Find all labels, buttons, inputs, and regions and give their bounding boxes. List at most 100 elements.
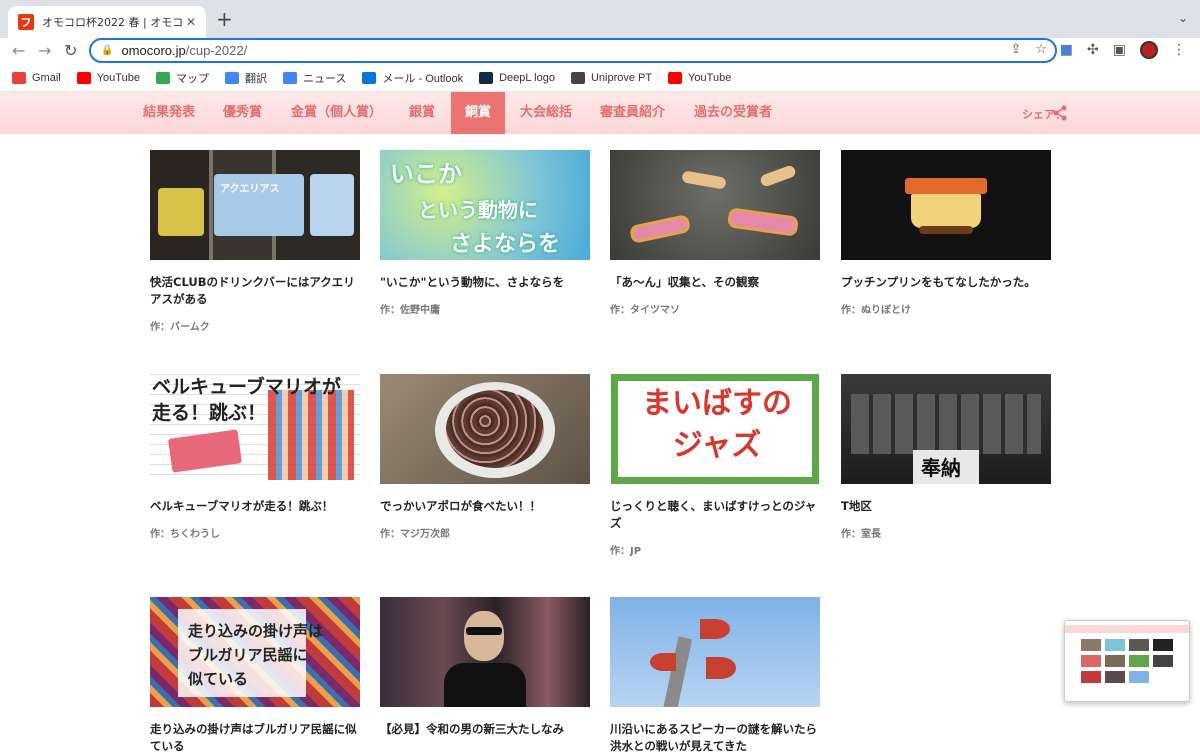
- bookmark-item[interactable]: 翻訳: [224, 70, 267, 86]
- forward-arrow-icon[interactable]: →: [38, 41, 51, 61]
- article-thumbnail[interactable]: アクエリアス: [150, 150, 360, 260]
- bookmark-favicon-icon: [668, 71, 683, 84]
- browser-tab[interactable]: フ オモコロ杯2022 春 | オモコロ ✕: [8, 6, 206, 38]
- nav-past-winners[interactable]: 過去の受賞者: [694, 92, 772, 134]
- bookmark-favicon-icon: [362, 71, 377, 84]
- nav-summary[interactable]: 大会総括: [520, 92, 572, 134]
- bookmark-item[interactable]: ニュース: [282, 70, 347, 86]
- article-author: 作：JP: [610, 546, 642, 557]
- article-title[interactable]: ベルキューブマリオが走る！跳ぶ！: [150, 498, 360, 515]
- article-title[interactable]: じっくりと聴く、まいばすけっとのジャズ: [610, 498, 820, 532]
- bookmark-item[interactable]: Gmail: [12, 71, 61, 84]
- thumbnail-caption: 奉納: [921, 456, 961, 480]
- share-icon[interactable]: [1053, 105, 1067, 121]
- article-author: 作：佐野中庸: [380, 305, 440, 316]
- article-thumbnail[interactable]: いこか という動物に さよならを: [380, 150, 590, 260]
- nav-gold-award[interactable]: 金賞（個人賞）: [291, 92, 382, 134]
- bookmark-item[interactable]: マップ: [155, 70, 209, 86]
- close-tab-icon[interactable]: ✕: [186, 15, 196, 29]
- profile-avatar[interactable]: [1140, 41, 1158, 59]
- article-card[interactable]: 走り込みの掛け声は ブルガリア民謡に 似ている 走り込みの掛け声はブルガリア民謡に似…: [150, 597, 360, 755]
- article-thumbnail[interactable]: ベルキューブマリオが 走る！跳ぶ！: [150, 374, 360, 484]
- article-card[interactable]: 奉納 T地区 作：室長: [841, 374, 1051, 540]
- bookmark-item[interactable]: メール - Outlook: [362, 70, 463, 86]
- thumbnail-caption: アクエリアス: [220, 184, 280, 195]
- bookmark-item[interactable]: DeepL logo: [479, 71, 555, 84]
- bookmark-label: YouTube: [688, 71, 732, 84]
- bookmark-label: 翻訳: [244, 72, 267, 85]
- article-thumbnail[interactable]: [380, 597, 590, 707]
- article-title[interactable]: 「あ〜ん」収集と、その観察: [610, 274, 820, 291]
- bookmark-label: Uniprove PT: [590, 71, 653, 84]
- bookmark-favicon-icon: [155, 71, 170, 84]
- bookmarks-bar: Gmail YouTube マップ 翻訳 ニュース メール - Outlook DeepL …: [0, 64, 1200, 92]
- article-thumbnail[interactable]: [610, 597, 820, 707]
- thumbnail-caption: 走り込みの掛け声は ブルガリア民謡に 似ている: [188, 622, 324, 688]
- article-author: 作：室長: [841, 529, 881, 540]
- article-title[interactable]: "いこか"という動物に、さよならを: [380, 274, 590, 291]
- article-author: 作：マジ万次郎: [380, 529, 450, 540]
- article-author: 作：タイツマソ: [610, 305, 680, 316]
- page-preview-thumbnail[interactable]: [1064, 620, 1190, 702]
- article-thumbnail[interactable]: [380, 374, 590, 484]
- tab-search-chevron-icon[interactable]: ⌄: [1178, 11, 1188, 25]
- article-card[interactable]: 【必見】令和の男の新三大たしなみ: [380, 597, 590, 738]
- nav-silver-award[interactable]: 銀賞: [409, 92, 435, 134]
- article-card[interactable]: いこか という動物に さよならを "いこか"という動物に、さよならを 作：佐野中…: [380, 150, 590, 316]
- nav-excellence-award[interactable]: 優秀賞: [223, 92, 262, 134]
- url-host: omocoro.jp: [121, 43, 186, 58]
- article-title[interactable]: 快活CLUBのドリンクバーにはアクエリアスがある: [150, 274, 360, 308]
- nav-judges[interactable]: 審査員紹介: [600, 92, 665, 134]
- tab-strip: フ オモコロ杯2022 春 | オモコロ ✕ + ⌄: [0, 0, 1200, 38]
- article-thumbnail[interactable]: 走り込みの掛け声は ブルガリア民謡に 似ている: [150, 597, 360, 707]
- article-card[interactable]: 「あ〜ん」収集と、その観察 作：タイツマソ: [610, 150, 820, 316]
- thumbnail-caption-line-1: いこか: [390, 160, 462, 188]
- article-card[interactable]: 川沿いにあるスピーカーの謎を解いたら洪水との戦いが見えてきた: [610, 597, 820, 755]
- omocoro-favicon-icon: フ: [18, 14, 34, 30]
- bookmark-favicon-icon: [12, 71, 26, 84]
- site-navigation: 結果発表 優秀賞 金賞（個人賞） 銀賞 銅賞 大会総括 審査員紹介 過去の受賞者…: [0, 92, 1200, 134]
- article-title[interactable]: でっかいアポロが食べたい！！: [380, 498, 590, 515]
- bookmark-item[interactable]: YouTube: [668, 71, 732, 84]
- bookmark-label: DeepL logo: [499, 71, 555, 84]
- bookmark-item[interactable]: Uniprove PT: [570, 71, 653, 84]
- reload-icon[interactable]: ↻: [64, 41, 77, 61]
- bookmark-star-icon[interactable]: ☆: [1035, 42, 1047, 57]
- chat-extension-icon[interactable]: ■: [1060, 42, 1073, 58]
- extensions-puzzle-icon[interactable]: ✣: [1087, 42, 1099, 58]
- article-card[interactable]: まいばすの ジャズ じっくりと聴く、まいばすけっとのジャズ 作：JP: [610, 374, 820, 557]
- side-panel-icon[interactable]: ▣: [1113, 42, 1126, 58]
- new-tab-icon[interactable]: +: [216, 9, 233, 29]
- thumbnail-caption: ベルキューブマリオが 走る！跳ぶ！: [152, 376, 341, 424]
- article-card[interactable]: アクエリアス 快活CLUBのドリンクバーにはアクエリアスがある 作：バームク: [150, 150, 360, 333]
- article-author: 作：ぬりぼとけ: [841, 305, 911, 316]
- article-card[interactable]: でっかいアポロが食べたい！！ 作：マジ万次郎: [380, 374, 590, 540]
- bookmark-favicon-icon: [224, 71, 239, 84]
- article-thumbnail[interactable]: まいばすの ジャズ: [611, 374, 819, 484]
- nav-bronze-award[interactable]: 銅賞: [451, 92, 506, 134]
- article-thumbnail[interactable]: 奉納: [841, 374, 1051, 484]
- article-thumbnail[interactable]: [841, 150, 1051, 260]
- share-page-icon[interactable]: ⇪: [1010, 42, 1021, 57]
- bookmark-label: ニュース: [302, 72, 347, 85]
- article-title[interactable]: 【必見】令和の男の新三大たしなみ: [380, 721, 590, 738]
- article-title[interactable]: プッチンプリンをもてなしたかった。: [841, 274, 1051, 291]
- bookmark-favicon-icon: [570, 71, 585, 84]
- bookmark-label: YouTube: [96, 71, 140, 84]
- article-card[interactable]: プッチンプリンをもてなしたかった。 作：ぬりぼとけ: [841, 150, 1051, 316]
- nav-results[interactable]: 結果発表: [143, 92, 195, 134]
- bookmark-item[interactable]: YouTube: [76, 71, 140, 84]
- back-arrow-icon[interactable]: ←: [12, 41, 25, 61]
- bookmark-label: Gmail: [32, 71, 61, 84]
- browser-menu-icon[interactable]: ⋮: [1172, 42, 1186, 58]
- article-author: 作：ちくわうし: [150, 529, 220, 540]
- bookmark-favicon-icon: [479, 71, 494, 84]
- url-path: /cup-2022/: [185, 43, 248, 58]
- article-thumbnail[interactable]: [610, 150, 820, 260]
- article-title[interactable]: T地区: [841, 498, 1051, 515]
- address-bar[interactable]: 🔒 omocoro.jp/cup-2022/ ⇪ ☆: [89, 38, 1057, 63]
- article-card[interactable]: ベルキューブマリオが 走る！跳ぶ！ ベルキューブマリオが走る！跳ぶ！ 作：ちくわう…: [150, 374, 360, 540]
- lock-icon[interactable]: 🔒: [101, 45, 113, 56]
- thumbnail-caption: まいばすの ジャズ: [642, 386, 792, 463]
- bookmark-favicon-icon: [76, 71, 91, 84]
